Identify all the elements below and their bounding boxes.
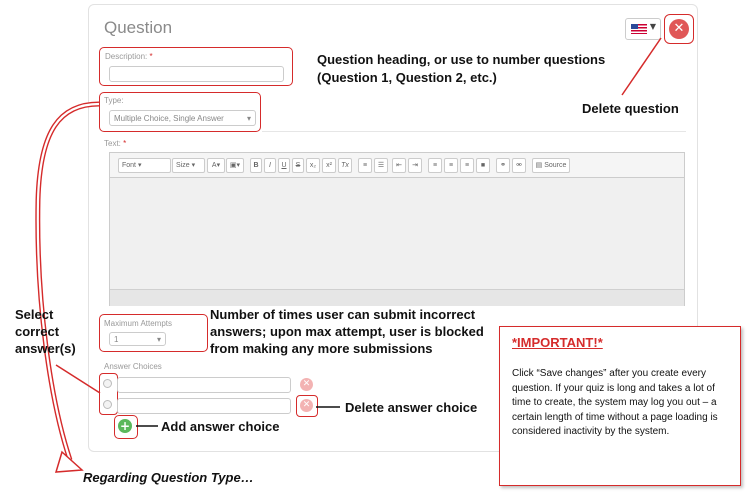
important-body: Click “Save changes” after you create ev…	[512, 368, 718, 437]
max-attempts-annotation: Number of times user can submit incorrec…	[210, 307, 484, 356]
heading-annotation: Question heading, or use to number quest…	[317, 52, 606, 85]
regarding-type-annotation: Regarding Question Type…	[83, 470, 254, 485]
add-answer-annotation: Add answer choice	[161, 419, 280, 434]
important-note: *IMPORTANT!* Click “Save changes” after …	[499, 326, 741, 486]
delete-question-annotation: Delete question	[582, 101, 679, 116]
delete-answer-annotation: Delete answer choice	[345, 400, 478, 415]
important-title: *IMPORTANT!*	[512, 335, 603, 350]
select-correct-annotation: Select correct answer(s)	[15, 307, 76, 356]
